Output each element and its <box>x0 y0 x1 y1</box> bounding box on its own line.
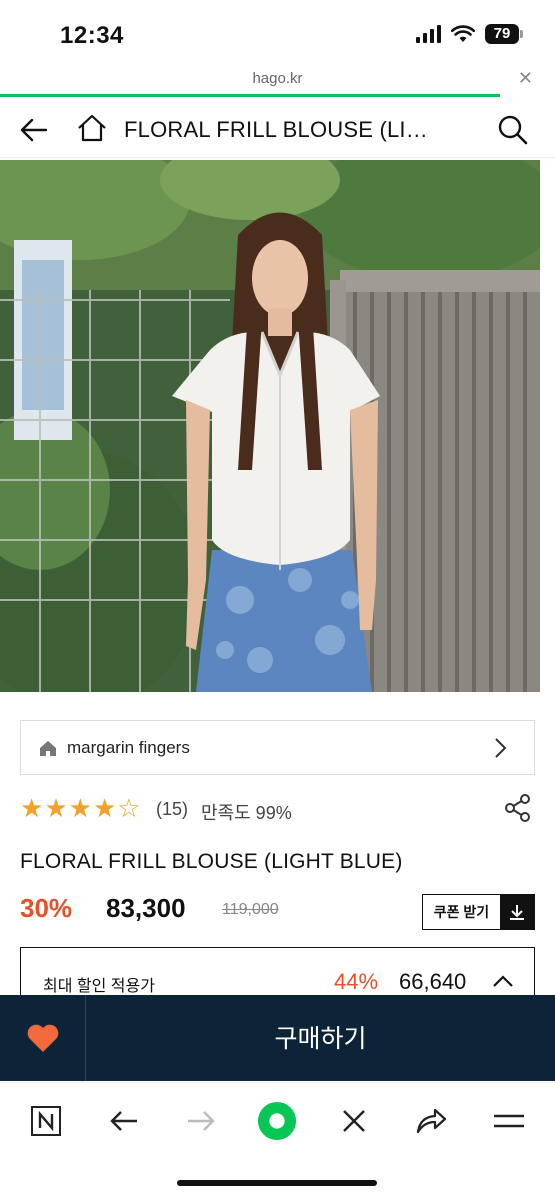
product-image[interactable] <box>0 160 540 692</box>
buy-button[interactable]: 구매하기 <box>86 1019 555 1055</box>
brand-link[interactable]: margarin fingers <box>20 720 535 775</box>
rating-row[interactable]: ★ ★ ★ ★ ☆ (15) 만족도 99% <box>20 793 535 825</box>
page-load-progress <box>0 94 500 97</box>
star-filled-icon: ★ <box>20 793 44 823</box>
discount-rate: 30% <box>20 893 73 923</box>
green-dot-icon[interactable] <box>257 1101 297 1141</box>
brand-home-icon <box>40 741 56 756</box>
url-bar[interactable]: hago.kr ✕ <box>0 62 555 96</box>
star-filled-icon: ★ <box>68 793 92 823</box>
download-icon <box>500 895 534 929</box>
sale-price: 83,300 <box>106 893 186 923</box>
original-price: 119,000 <box>222 901 279 918</box>
close-icon[interactable] <box>334 1101 374 1141</box>
coupon-label: 쿠폰 받기 <box>433 904 490 920</box>
page-header: FLORAL FRILL BLOUSE (LI… <box>0 100 555 158</box>
star-empty-icon: ☆ <box>117 793 141 823</box>
share-icon[interactable] <box>503 793 533 823</box>
home-indicator[interactable] <box>177 1180 377 1186</box>
product-title: FLORAL FRILL BLOUSE (LIGHT BLUE) <box>20 850 403 873</box>
url-text[interactable]: hago.kr <box>0 70 555 87</box>
battery-indicator: 79 <box>485 24 523 44</box>
max-discount-price: 66,640 <box>399 969 467 994</box>
max-discount-percent: 44% <box>334 969 379 994</box>
share-icon[interactable] <box>411 1101 451 1141</box>
forward-icon[interactable] <box>181 1101 221 1141</box>
browser-toolbar <box>0 1082 555 1162</box>
max-discount-label: 최대 할인 적용가 <box>43 978 155 995</box>
status-bar: 12:34 79 <box>0 0 555 70</box>
back-icon[interactable] <box>104 1101 144 1141</box>
satisfaction-rate: 만족도 99% <box>201 803 292 823</box>
wishlist-button[interactable] <box>0 995 86 1081</box>
product-photo-illustration <box>0 160 540 692</box>
star-filled-icon: ★ <box>92 793 117 823</box>
status-time: 12:34 <box>60 22 124 49</box>
wifi-icon <box>451 25 475 42</box>
brand-name: margarin fingers <box>67 738 190 757</box>
status-icons: 79 <box>416 24 523 44</box>
search-icon[interactable] <box>497 114 529 146</box>
star-rating: ★ ★ ★ ★ ☆ <box>20 793 141 823</box>
star-filled-icon: ★ <box>44 793 68 823</box>
back-arrow-icon[interactable] <box>18 114 50 146</box>
buy-bar: 구매하기 <box>0 995 555 1081</box>
page-title: FLORAL FRILL BLOUSE (LI… <box>124 117 428 142</box>
menu-icon[interactable] <box>489 1101 529 1141</box>
chevron-up-icon[interactable] <box>492 974 514 988</box>
heart-icon <box>27 1024 58 1052</box>
coupon-download-button[interactable]: 쿠폰 받기 <box>422 894 535 930</box>
chevron-right-icon <box>495 738 507 758</box>
close-icon[interactable]: ✕ <box>518 68 533 89</box>
review-count[interactable]: (15) <box>156 799 188 820</box>
cellular-signal-icon <box>416 25 441 43</box>
price-row: 30% 83,300 119,000 쿠폰 받기 <box>20 893 535 930</box>
home-icon[interactable] <box>76 112 108 144</box>
naver-n-icon[interactable] <box>26 1101 66 1141</box>
